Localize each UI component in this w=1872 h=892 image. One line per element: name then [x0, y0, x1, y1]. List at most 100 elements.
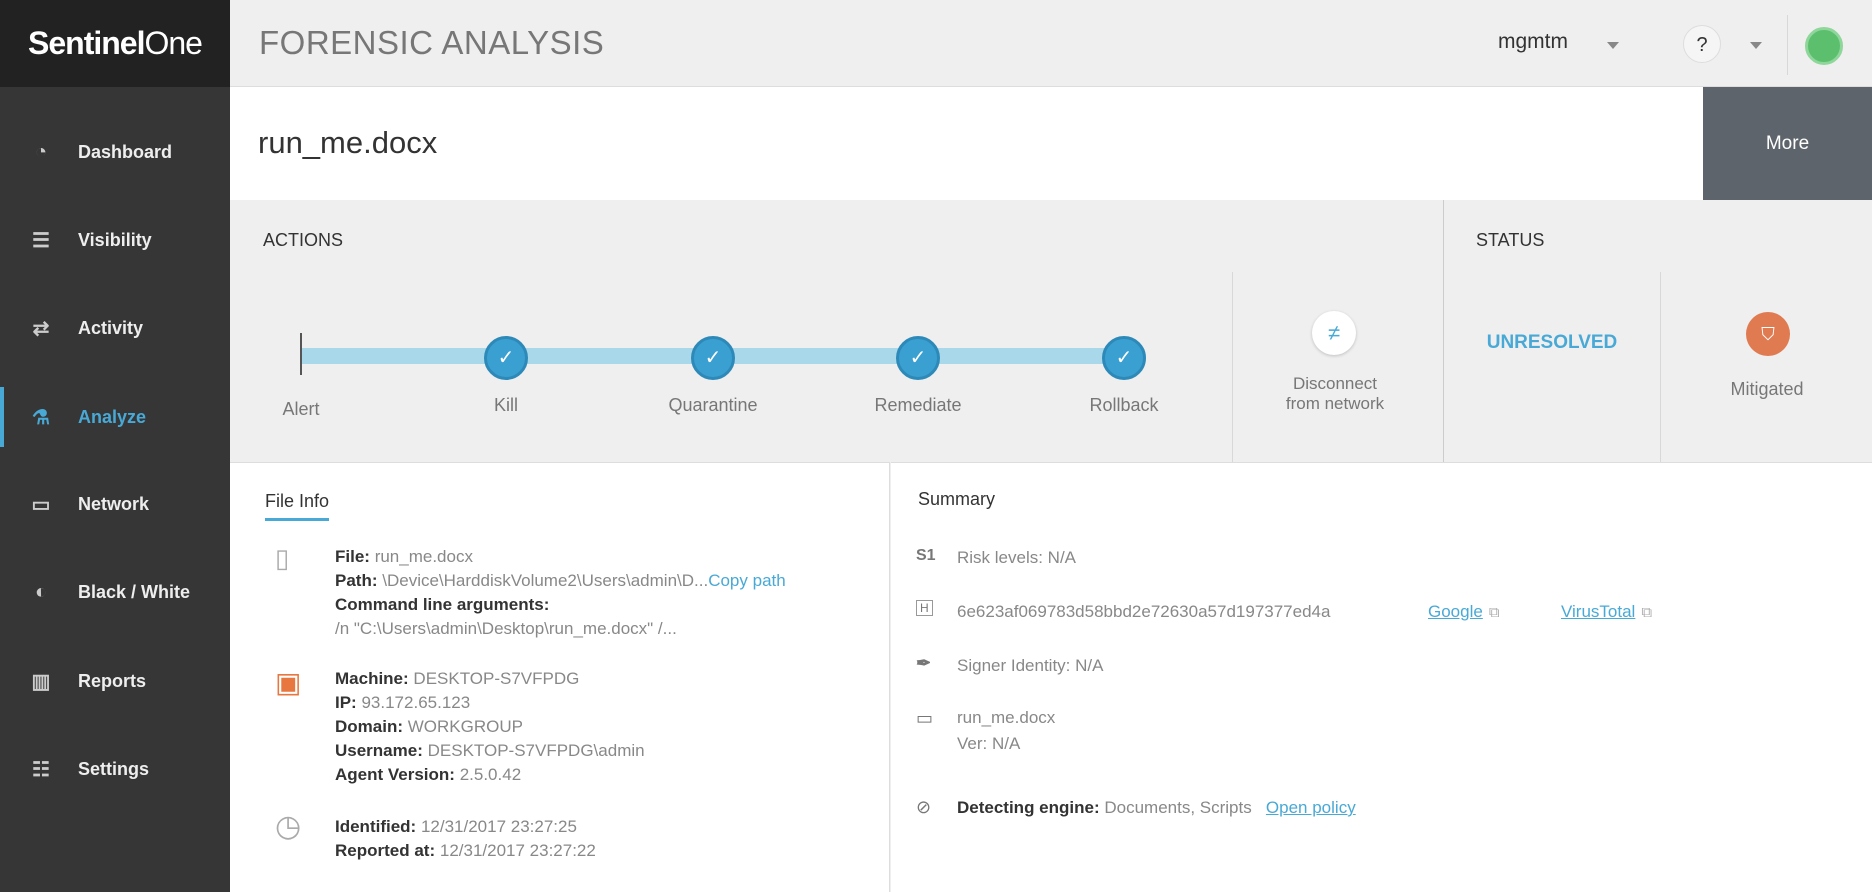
reported-time: 12/31/2017 23:27:22 [439, 841, 596, 860]
hash-row: 6e623af069783d58bbd2e72630a57d197377ed4a [957, 599, 1330, 625]
label: Agent Version: [335, 765, 455, 784]
sidebar-item-label: Dashboard [78, 141, 173, 162]
sidebar-item-label: Visibility [78, 229, 152, 250]
sidebar-item-settings[interactable]: ☷ Settings [0, 739, 230, 799]
label: Command line arguments: [335, 595, 550, 614]
sidebar-item-black-white[interactable]: ◐ Black / White [0, 562, 230, 622]
label: IP: [335, 693, 357, 712]
quarantine-step-check-icon[interactable]: ✓ [691, 336, 735, 380]
open-policy-link[interactable]: Open policy [1266, 798, 1356, 817]
user-chevron-down-icon[interactable] [1607, 42, 1619, 49]
sidebar-item-visibility[interactable]: ☰ Visibility [0, 210, 230, 270]
file-name: run_me.docx [374, 547, 473, 566]
sidebar-item-label: Black / White [78, 581, 191, 602]
status-heading: STATUS [1476, 230, 1545, 250]
google-link-text[interactable]: Google [1428, 602, 1483, 621]
file-path: \Device\HarddiskVolume2\Users\admin\D... [382, 571, 709, 590]
identified-time: 12/31/2017 23:27:25 [420, 817, 577, 836]
engine-value: Documents, Scripts [1104, 798, 1252, 817]
remediate-step-check-icon[interactable]: ✓ [896, 336, 940, 380]
signer-pen-icon: ✒ [916, 653, 932, 673]
disconnect-label-line2: from network [1285, 394, 1385, 413]
agent-version: 2.5.0.42 [459, 765, 522, 784]
actions-heading: ACTIONS [263, 230, 344, 250]
sidebar-item-label: Settings [78, 758, 150, 779]
copy-path-link[interactable]: Copy path [708, 571, 786, 590]
sidebar-item-activity[interactable]: ⇄ Activity [0, 298, 230, 358]
s1-icon: S1 [916, 547, 936, 564]
step-label-alert: Alert [282, 399, 320, 419]
sidebar-item-dashboard[interactable]: ◔ Dashboard [0, 122, 230, 182]
app-version: Ver: N/A [957, 734, 1021, 753]
status-unresolved[interactable]: UNRESOLVED [1487, 333, 1618, 353]
help-button[interactable]: ? [1683, 25, 1721, 63]
sentinelone-logo[interactable]: Sentinel One [0, 0, 230, 87]
virustotal-link[interactable]: VirusTotal ⧉ [1561, 599, 1652, 626]
sidebar-item-label: Activity [78, 317, 144, 338]
label: File: [335, 547, 370, 566]
logo-text-bold: Sentinel [28, 25, 145, 61]
shield-check-icon: ⛉ [1746, 312, 1790, 356]
top-header: FORENSIC ANALYSIS mgmtm ? [230, 0, 1872, 87]
sidebar-item-label: Reports [78, 670, 147, 691]
flask-icon: ⚗ [32, 406, 50, 429]
external-link-icon: ⧉ [1488, 604, 1500, 621]
page-title: FORENSIC ANALYSIS [259, 24, 605, 61]
label: Detecting engine: [957, 798, 1100, 817]
label: Username: [335, 741, 423, 760]
risk-levels: Risk levels: N/A [957, 548, 1077, 567]
summary-heading: Summary [918, 489, 996, 509]
sidebar: Sentinel One ◔ Dashboard ☰ Visibility ⇄ Activi… [0, 0, 230, 892]
alert-marker [300, 333, 302, 375]
tab-file-info[interactable]: File Info [265, 491, 330, 521]
blackwhite-icon: ◐ [34, 580, 48, 603]
machine-name: DESKTOP-S7VFPDG [413, 669, 580, 688]
external-link-icon: ⧉ [1641, 604, 1653, 621]
file-info-panel: File Info ▯ File: run_me.docx Path: \Dev… [230, 462, 890, 892]
sidebar-item-network[interactable]: ▭ Network [0, 474, 230, 534]
disconnect-network-icon[interactable]: ≠ [1312, 311, 1356, 355]
label: Machine: [335, 669, 409, 688]
machine-details: Machine: DESKTOP-S7VFPDG IP: 93.172.65.1… [335, 667, 645, 787]
file-hash: 6e623af069783d58bbd2e72630a57d197377ed4a [957, 602, 1331, 621]
status-avatar-icon[interactable] [1805, 27, 1843, 65]
disconnect-label-line1: Disconnect [1292, 374, 1378, 393]
hash-icon: H [916, 600, 933, 616]
step-label-kill: Kill [493, 395, 519, 415]
step-label-remediate: Remediate [874, 395, 962, 415]
detecting-engine: Detecting engine: Documents, Scripts Ope… [957, 795, 1356, 821]
app-info: run_me.docx Ver: N/A [957, 705, 1055, 757]
sidebar-item-label: Analyze [78, 406, 147, 427]
file-title: run_me.docx [258, 125, 438, 160]
kill-step-check-icon[interactable]: ✓ [484, 336, 528, 380]
title-bar: run_me.docx [230, 87, 1703, 200]
app-window-icon: ▭ [916, 708, 934, 728]
username: DESKTOP-S7VFPDG\admin [427, 741, 645, 760]
google-link[interactable]: Google ⧉ [1428, 599, 1500, 626]
windows-machine-icon: ▣ [275, 667, 302, 698]
clock-icon: ◷ [275, 810, 302, 843]
signer-identity: Signer Identity: N/A [957, 656, 1104, 675]
command-line-args: /n "C:\Users\admin\Desktop\run_me.docx" … [335, 619, 677, 638]
user-menu[interactable]: mgmtm [1498, 30, 1568, 54]
help-chevron-down-icon[interactable] [1750, 42, 1762, 49]
sidebar-item-reports[interactable]: ▥ Reports [0, 651, 230, 711]
divider [1232, 272, 1233, 462]
gauge-icon: ◔ [34, 140, 48, 163]
disconnect-network-button[interactable]: Disconnect from network [1286, 374, 1384, 414]
engine-icon: ⊘ [916, 797, 932, 817]
file-details: File: run_me.docx Path: \Device\Harddisk… [335, 545, 786, 641]
search-list-icon: ☰ [32, 229, 50, 252]
time-details: Identified: 12/31/2017 23:27:25 Reported… [335, 815, 596, 863]
more-button[interactable]: More [1703, 87, 1872, 200]
sidebar-item-analyze[interactable]: ⚗ Analyze [0, 387, 230, 447]
virustotal-link-text[interactable]: VirusTotal [1561, 602, 1635, 621]
rollback-step-check-icon[interactable]: ✓ [1102, 336, 1146, 380]
header-divider [1787, 15, 1788, 75]
label: Identified: [335, 817, 417, 836]
divider [1660, 272, 1661, 462]
file-icon: ▯ [275, 543, 290, 573]
settings-icon: ☷ [32, 758, 50, 781]
sidebar-item-label: Network [78, 493, 150, 514]
divider [1443, 200, 1444, 462]
